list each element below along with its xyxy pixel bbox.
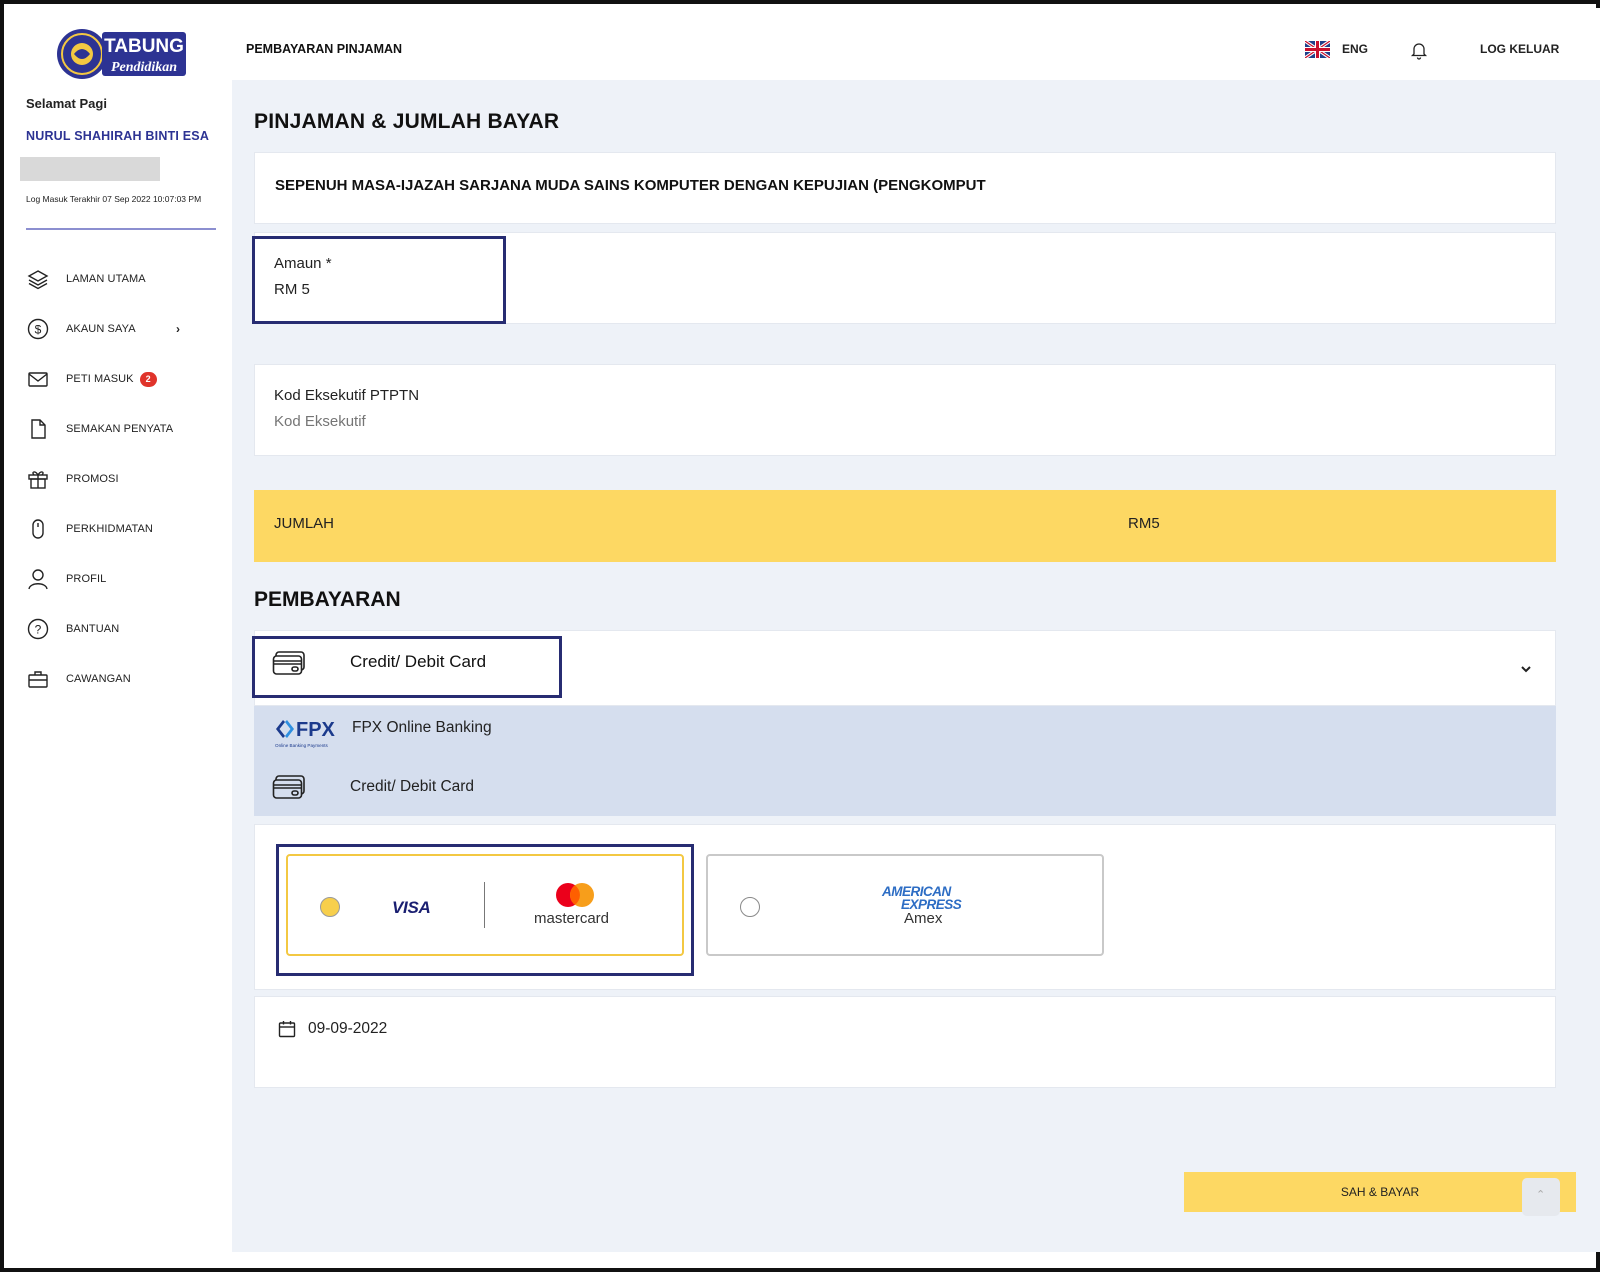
sidebar-item-cawangan[interactable]: CAWANGAN xyxy=(8,654,232,704)
payment-method-dropdown: FPX Online Banking Payments FPX Online B… xyxy=(254,706,1556,816)
option-fpx[interactable]: FPX Online Banking Payments FPX Online B… xyxy=(254,706,1556,756)
fpx-logo-subtext: Online Banking Payments xyxy=(275,743,329,748)
app-frame: TABUNG Pendidikan Selamat Pagi NURUL SHA… xyxy=(0,0,1600,1272)
logout-link[interactable]: LOG KELUAR xyxy=(1480,42,1559,56)
sidebar-item-label: AKAUN SAYA xyxy=(66,323,136,335)
sidebar-item-label: SEMAKAN PENYATA xyxy=(66,423,174,435)
payment-section-title: PEMBAYARAN xyxy=(254,588,401,611)
sidebar-nav: LAMAN UTAMA $ AKAUN SAYA › PETI MASUK 2 xyxy=(8,254,232,704)
sidebar-item-label: PETI MASUK xyxy=(66,373,134,385)
sidebar-item-label: PERKHIDMATAN xyxy=(66,523,153,535)
user-icon xyxy=(26,567,50,591)
radio-unselected[interactable] xyxy=(740,897,760,917)
mastercard-logo-icon xyxy=(556,883,594,907)
credit-card-icon xyxy=(272,651,305,675)
mastercard-label: mastercard xyxy=(534,910,610,927)
sidebar-item-promosi[interactable]: PROMOSI xyxy=(8,454,232,504)
sidebar-item-label: PROFIL xyxy=(66,573,107,585)
briefcase-icon xyxy=(26,667,50,691)
masked-account-info xyxy=(20,157,160,181)
mail-icon xyxy=(26,367,50,391)
date-card xyxy=(254,996,1556,1088)
last-login: Log Masuk Terakhir 07 Sep 2022 10:07:03 … xyxy=(26,194,202,204)
logo-word1: TABUNG xyxy=(104,36,184,57)
fpx-logo-text: FPX xyxy=(296,719,336,741)
scroll-to-top-button[interactable]: ⌃ xyxy=(1522,1178,1560,1216)
layers-icon xyxy=(26,267,50,291)
language-switch[interactable]: ENG xyxy=(1342,42,1368,56)
visa-mastercard-choice[interactable]: VISA mastercard xyxy=(286,854,684,956)
option-label: FPX Online Banking xyxy=(352,719,492,736)
dollar-circle-icon: $ xyxy=(26,317,50,341)
visa-logo: VISA xyxy=(392,898,431,917)
payment-method-selected[interactable]: Credit/ Debit Card xyxy=(350,652,486,672)
exec-code-input[interactable] xyxy=(274,413,674,430)
main-content: PINJAMAN & JUMLAH BAYAR SEPENUH MASA-IJA… xyxy=(232,80,1600,1252)
chevron-down-icon[interactable] xyxy=(1520,664,1532,674)
calendar-icon[interactable] xyxy=(278,1020,296,1038)
sidebar: TABUNG Pendidikan Selamat Pagi NURUL SHA… xyxy=(8,8,232,1248)
amount-label: Amaun * xyxy=(274,255,332,272)
top-bar: PEMBAYARAN PINJAMAN ENG LOG KELUAR xyxy=(232,8,1600,80)
help-icon: ? xyxy=(26,617,50,641)
mouse-icon xyxy=(26,517,50,541)
radio-selected[interactable] xyxy=(320,897,340,917)
document-icon xyxy=(26,417,50,441)
total-bar: JUMLAH RM5 xyxy=(254,490,1556,562)
exec-code-label: Kod Eksekutif PTPTN xyxy=(274,387,420,404)
logo-divider xyxy=(484,882,485,928)
confirm-pay-button[interactable]: SAH & BAYAR xyxy=(1184,1172,1576,1212)
sidebar-divider xyxy=(26,228,216,230)
fpx-logo: FPX Online Banking Payments xyxy=(275,719,336,748)
amount-highlight xyxy=(252,236,506,324)
inbox-count-badge: 2 xyxy=(139,371,157,387)
option-credit-card[interactable]: Credit/ Debit Card xyxy=(254,764,1556,814)
page-title: PINJAMAN & JUMLAH BAYAR xyxy=(254,110,560,133)
amex-label: Amex xyxy=(904,910,943,927)
sidebar-item-profil[interactable]: PROFIL xyxy=(8,554,232,604)
bell-icon[interactable] xyxy=(1410,40,1428,60)
sidebar-item-peti-masuk[interactable]: PETI MASUK 2 xyxy=(8,354,232,404)
amex-choice[interactable]: AMERICAN EXPRESS Amex xyxy=(706,854,1104,956)
payment-date[interactable]: 09-09-2022 xyxy=(308,1020,387,1038)
sidebar-item-label: PROMOSI xyxy=(66,473,119,485)
sidebar-item-label: BANTUAN xyxy=(66,623,120,635)
logo-word2: Pendidikan xyxy=(111,60,177,75)
sidebar-item-label: LAMAN UTAMA xyxy=(66,273,146,285)
sidebar-item-laman-utama[interactable]: LAMAN UTAMA xyxy=(8,254,232,304)
chevron-right-icon[interactable]: › xyxy=(176,322,180,336)
credit-card-icon xyxy=(272,775,305,799)
sidebar-item-perkhidmatan[interactable]: PERKHIDMATAN xyxy=(8,504,232,554)
svg-text:$: $ xyxy=(35,323,42,337)
total-label: JUMLAH xyxy=(274,515,335,532)
exec-code-card xyxy=(254,364,1556,456)
uk-flag-icon[interactable] xyxy=(1305,41,1330,58)
sidebar-item-bantuan[interactable]: ? BANTUAN xyxy=(8,604,232,654)
sidebar-item-semakan-penyata[interactable]: SEMAKAN PENYATA xyxy=(8,404,232,454)
course-card: SEPENUH MASA-IJAZAH SARJANA MUDA SAINS K… xyxy=(254,152,1556,224)
page-heading: PEMBAYARAN PINJAMAN xyxy=(246,42,403,56)
svg-text:?: ? xyxy=(35,623,42,637)
ptptn-logo[interactable]: TABUNG Pendidikan xyxy=(52,26,192,82)
course-name: SEPENUH MASA-IJAZAH SARJANA MUDA SAINS K… xyxy=(275,177,986,194)
gift-icon xyxy=(26,467,50,491)
sidebar-item-akaun-saya[interactable]: $ AKAUN SAYA › xyxy=(8,304,232,354)
sidebar-item-label: CAWANGAN xyxy=(66,673,131,685)
option-label: Credit/ Debit Card xyxy=(350,778,475,795)
chevron-up-icon: ⌃ xyxy=(1536,1189,1546,1201)
greeting: Selamat Pagi xyxy=(26,96,107,111)
user-name: NURUL SHAHIRAH BINTI ESA xyxy=(26,129,210,143)
total-value: RM5 xyxy=(1128,515,1160,532)
amount-field[interactable]: RM 5 xyxy=(274,281,310,298)
